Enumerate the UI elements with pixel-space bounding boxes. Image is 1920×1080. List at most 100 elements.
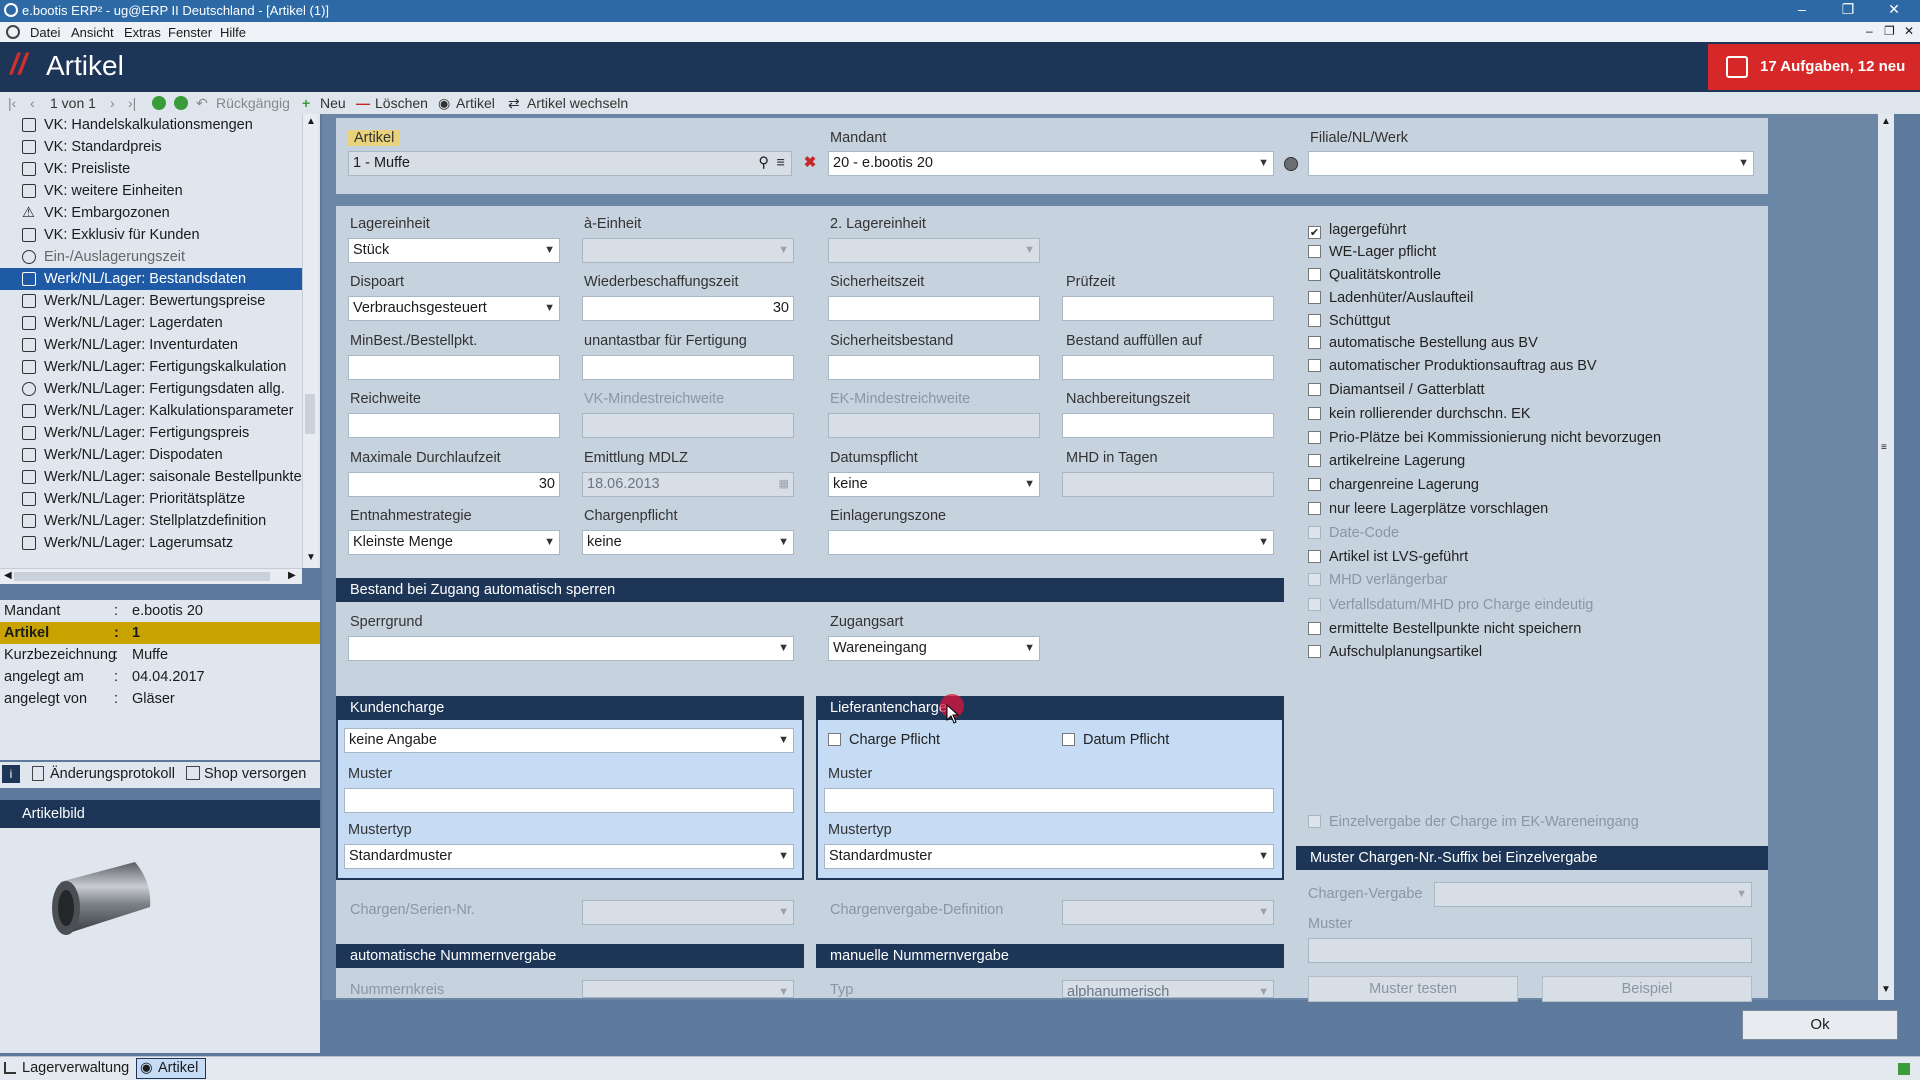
- option-checkbox[interactable]: MHD verlängerbar: [1308, 572, 1447, 588]
- main-vertical-scrollbar[interactable]: ▲ ≡ ▼: [1878, 114, 1894, 1000]
- scroll-up-icon[interactable]: ▲: [1881, 116, 1891, 127]
- lief-mustertyp-select[interactable]: Standardmuster ▼: [824, 844, 1274, 869]
- tree-item[interactable]: VK: weitere Einheiten: [0, 180, 302, 202]
- suffix-muster-input[interactable]: [1308, 938, 1752, 963]
- sperrgrund-select[interactable]: ▼: [348, 636, 794, 661]
- next-record-icon[interactable]: ›: [110, 95, 115, 111]
- option-checkbox[interactable]: Date-Code: [1308, 525, 1399, 541]
- ekmin-input[interactable]: [828, 413, 1040, 438]
- menu-datei[interactable]: Datei: [30, 25, 60, 40]
- option-checkbox[interactable]: Aufschulplanungsartikel: [1308, 644, 1482, 660]
- tree-item[interactable]: Werk/NL/Lager: Prioritätsplätze: [0, 488, 302, 510]
- search-icon[interactable]: ⚲: [758, 152, 769, 175]
- option-checkbox[interactable]: Verfallsdatum/MHD pro Charge eindeutig: [1308, 597, 1593, 613]
- chargen-serien-select[interactable]: ▼: [582, 900, 794, 925]
- kunde-muster-input[interactable]: [344, 788, 794, 813]
- option-checkbox[interactable]: ✔ lagergeführt: [1308, 222, 1406, 239]
- undo-button[interactable]: Rückgängig: [216, 95, 290, 111]
- changelog-button[interactable]: Änderungsprotokoll: [50, 766, 175, 782]
- sicherheitsbestand-input[interactable]: [828, 355, 1040, 380]
- typ-select[interactable]: alphanumerisch ▼: [1062, 980, 1274, 998]
- lief-muster-input[interactable]: [824, 788, 1274, 813]
- scroll-down-icon[interactable]: ▼: [306, 552, 316, 563]
- reichweite-input[interactable]: [348, 413, 560, 438]
- muster-testen-button[interactable]: Muster testen: [1308, 976, 1518, 1002]
- datumspflicht-select[interactable]: keine ▼: [828, 472, 1040, 497]
- nachbereitung-input[interactable]: [1062, 413, 1274, 438]
- minimize-icon[interactable]: –: [1782, 1, 1822, 17]
- entnahme-select[interactable]: Kleinste Menge ▼: [348, 530, 560, 555]
- scroll-right-icon[interactable]: ▶: [288, 570, 296, 581]
- lagerverwaltung-tab[interactable]: Lagerverwaltung: [22, 1060, 129, 1076]
- option-checkbox[interactable]: Qualitätskontrolle: [1308, 267, 1441, 283]
- option-checkbox[interactable]: automatische Bestellung aus BV: [1308, 335, 1538, 351]
- option-checkbox[interactable]: kein rollierender durchschn. EK: [1308, 406, 1531, 422]
- tree-item[interactable]: ⚠ VK: Embargozonen: [0, 202, 302, 224]
- kundencharge-select[interactable]: keine Angabe ▼: [344, 728, 794, 753]
- tree-item[interactable]: Werk/NL/Lager: Fertigungspreis: [0, 422, 302, 444]
- tree-item[interactable]: Ein-/Auslagerungszeit: [0, 246, 302, 268]
- tree-item[interactable]: Werk/NL/Lager: Inventurdaten: [0, 334, 302, 356]
- tree-vertical-scrollbar[interactable]: ▲ ▼: [302, 114, 318, 568]
- mhd-input[interactable]: [1062, 472, 1274, 497]
- option-checkbox[interactable]: Schüttgut: [1308, 313, 1390, 329]
- vkmin-input[interactable]: [582, 413, 794, 438]
- scroll-left-icon[interactable]: ◀: [4, 570, 12, 581]
- tree-item[interactable]: Werk/NL/Lager: Lagerdaten: [0, 312, 302, 334]
- tree-item[interactable]: VK: Standardpreis: [0, 136, 302, 158]
- option-checkbox[interactable]: nur leere Lagerplätze vorschlagen: [1308, 501, 1548, 517]
- minbest-input[interactable]: [348, 355, 560, 380]
- sicherheitszeit-input[interactable]: [828, 296, 1040, 321]
- wbz-input[interactable]: 30: [582, 296, 794, 321]
- menu-extras[interactable]: Extras: [124, 25, 161, 40]
- option-checkbox[interactable]: Ladenhüter/Auslaufteil: [1308, 290, 1473, 306]
- scroll-grip-icon[interactable]: ≡: [1881, 442, 1887, 453]
- scroll-down-icon[interactable]: ▼: [1881, 984, 1891, 995]
- delete-button[interactable]: Löschen: [375, 95, 428, 111]
- tree-item[interactable]: Werk/NL/Lager: Fertigungskalkulation: [0, 356, 302, 378]
- chargenvergabe-def-select[interactable]: ▼: [1062, 900, 1274, 925]
- lagereinheit2-select[interactable]: ▼: [828, 238, 1040, 263]
- pruefzeit-input[interactable]: [1062, 296, 1274, 321]
- zugangsart-select[interactable]: Wareneingang ▼: [828, 636, 1040, 661]
- mdi-close-icon[interactable]: ✕: [1904, 24, 1914, 38]
- lagereinheit-select[interactable]: Stück ▼: [348, 238, 560, 263]
- restore-icon[interactable]: ❐: [1828, 1, 1868, 18]
- beispiel-button[interactable]: Beispiel: [1542, 976, 1752, 1002]
- auffuellen-input[interactable]: [1062, 355, 1274, 380]
- option-checkbox[interactable]: artikelreine Lagerung: [1308, 453, 1465, 469]
- tasks-badge[interactable]: 17 Aufgaben, 12 neu: [1708, 44, 1920, 90]
- option-checkbox[interactable]: automatischer Produktionsauftrag aus BV: [1308, 358, 1597, 374]
- option-checkbox[interactable]: Prio-Plätze bei Kommissionierung nicht b…: [1308, 430, 1661, 446]
- option-checkbox[interactable]: Artikel ist LVS-geführt: [1308, 549, 1468, 565]
- menu-fenster[interactable]: Fenster: [168, 25, 212, 40]
- option-checkbox[interactable]: WE-Lager pflicht: [1308, 244, 1436, 260]
- tree-item[interactable]: Werk/NL/Lager: Kalkulationsparameter: [0, 400, 302, 422]
- mdi-restore-icon[interactable]: ❐: [1884, 24, 1895, 38]
- tree-item[interactable]: VK: Preisliste: [0, 158, 302, 180]
- tree-item[interactable]: Werk/NL/Lager: Bestandsdaten: [0, 268, 302, 290]
- prev-record-icon[interactable]: ‹: [30, 95, 35, 111]
- einzelvergabe-checkbox[interactable]: Einzelvergabe der Charge im EK-Wareneing…: [1308, 814, 1639, 830]
- clear-x-icon[interactable]: ✖: [802, 155, 818, 171]
- list-icon[interactable]: ≡: [777, 152, 785, 175]
- tree-item[interactable]: Werk/NL/Lager: Stellplatzdefinition: [0, 510, 302, 532]
- info-icon[interactable]: i: [2, 765, 20, 783]
- first-record-icon[interactable]: |‹: [8, 95, 16, 111]
- dispoart-select[interactable]: Verbrauchsgesteuert ▼: [348, 296, 560, 321]
- ok-button[interactable]: Ok: [1742, 1010, 1898, 1040]
- datum-pflicht-checkbox[interactable]: Datum Pflicht: [1062, 732, 1169, 748]
- option-checkbox[interactable]: Diamantseil / Gatterblatt: [1308, 382, 1485, 398]
- tree-item[interactable]: VK: Handelskalkulationsmengen: [0, 114, 302, 136]
- calendar-icon[interactable]: ▦: [779, 473, 789, 496]
- artikel-wechseln-button[interactable]: Artikel wechseln: [527, 95, 628, 111]
- filiale-select[interactable]: ▼: [1308, 151, 1754, 176]
- refresh-icon[interactable]: [152, 96, 166, 110]
- artikel-button[interactable]: Artikel: [456, 95, 495, 111]
- tree-item[interactable]: VK: Exklusiv für Kunden: [0, 224, 302, 246]
- save-icon[interactable]: [174, 96, 188, 110]
- chargen-vergabe-select[interactable]: ▼: [1434, 882, 1752, 907]
- mandant-select[interactable]: 20 - e.bootis 20 ▼: [828, 151, 1274, 176]
- aeinheit-select[interactable]: ▼: [582, 238, 794, 263]
- tree-item[interactable]: Werk/NL/Lager: Dispodaten: [0, 444, 302, 466]
